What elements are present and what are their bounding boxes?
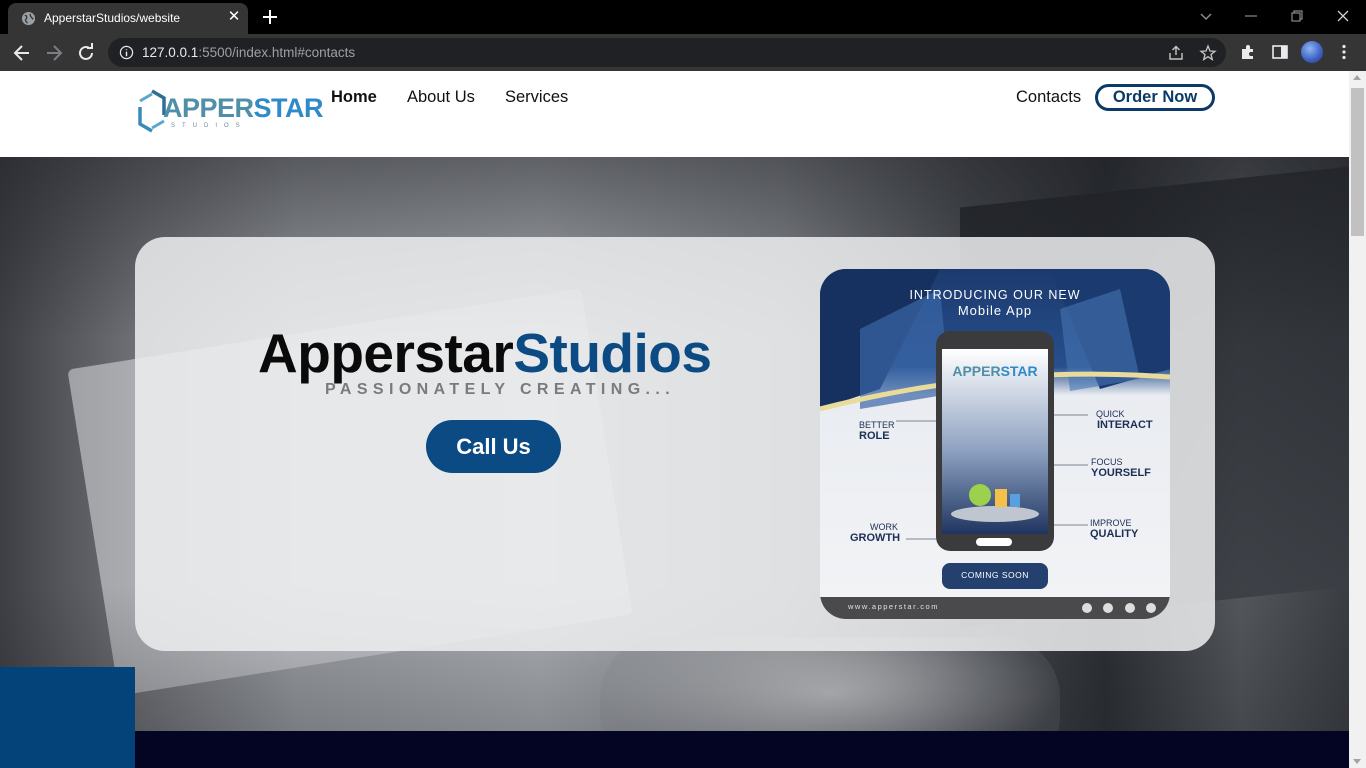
hero-tagline: PASSIONATELY CREATING... <box>325 381 676 398</box>
site-header: APPERSTAR STUDIOS Home About Us Services… <box>0 71 1349 157</box>
page-viewport: APPERSTAR STUDIOS Home About Us Services… <box>0 71 1349 768</box>
nav-services[interactable]: Services <box>505 88 568 107</box>
promo-heading: INTRODUCING OUR NEW <box>909 288 1081 302</box>
promo-graphic <box>820 269 1170 619</box>
promo-subheading: Mobile App <box>957 303 1033 318</box>
feature-better: BETTER <box>859 420 895 430</box>
promo-website: www.apperstar.com <box>848 602 939 611</box>
feature-focus: FOCUS <box>1091 457 1123 467</box>
site-info-icon[interactable] <box>119 45 134 60</box>
browser-toolbar: 127.0.0.1:5500/index.html#contacts <box>0 34 1366 71</box>
share-icon[interactable] <box>1167 44 1185 62</box>
feature-growth: GROWTH <box>850 532 901 544</box>
back-arrow-icon[interactable] <box>11 42 33 64</box>
profile-avatar[interactable] <box>1301 41 1323 63</box>
browser-tab-strip: ApperstarStudios/website ✕ <box>0 0 1366 34</box>
pinterest-icon <box>1103 603 1113 613</box>
menu-kebab-icon[interactable] <box>1335 43 1353 61</box>
url-text[interactable]: 127.0.0.1:5500/index.html#contacts <box>142 45 355 60</box>
feature-interact: INTERACT <box>1097 419 1153 431</box>
restore-icon[interactable] <box>1287 6 1307 26</box>
page-scrollbar[interactable] <box>1349 71 1366 768</box>
nav-contacts[interactable]: Contacts <box>1016 88 1081 107</box>
tab-search-icon[interactable] <box>1196 6 1216 26</box>
close-window-icon[interactable] <box>1333 6 1353 26</box>
social-icons <box>1082 603 1156 613</box>
scroll-up-arrow-icon[interactable] <box>1353 75 1361 80</box>
bookmark-star-icon[interactable] <box>1199 44 1217 62</box>
extensions-puzzle-icon[interactable] <box>1239 43 1257 61</box>
minimize-icon[interactable] <box>1241 6 1261 26</box>
feature-quality: QUALITY <box>1090 528 1139 540</box>
reload-icon[interactable] <box>75 42 97 64</box>
side-panel-icon[interactable] <box>1271 43 1289 61</box>
order-now-button[interactable]: Order Now <box>1095 84 1215 111</box>
whatsapp-icon <box>1125 603 1135 613</box>
feature-work: WORK <box>870 522 898 532</box>
new-tab-icon[interactable] <box>260 7 280 27</box>
hero-section: ApperstarStudios PASSIONATELY CREATING..… <box>0 157 1349 768</box>
feature-role: ROLE <box>859 430 890 442</box>
nav-home[interactable]: Home <box>331 88 377 107</box>
address-bar[interactable]: 127.0.0.1:5500/index.html#contacts <box>108 38 1226 67</box>
phone-screen-logo: APPERSTAR <box>952 363 1038 379</box>
globe-icon <box>21 11 36 26</box>
mobile-app-promo-image: INTRODUCING OUR NEW Mobile App APPERSTAR… <box>820 269 1170 619</box>
logo-subtitle: STUDIOS <box>171 123 247 129</box>
hero-card: ApperstarStudios PASSIONATELY CREATING..… <box>135 237 1215 651</box>
coming-soon-badge: COMING SOON <box>961 570 1029 580</box>
nav-about-us[interactable]: About Us <box>407 88 475 107</box>
twitter-icon <box>1082 603 1092 613</box>
feature-improve: IMPROVE <box>1090 518 1132 528</box>
scroll-down-arrow-icon[interactable] <box>1353 759 1361 764</box>
forward-arrow-icon[interactable] <box>43 42 65 64</box>
apperstar-logo[interactable]: APPERSTAR STUDIOS <box>137 87 324 135</box>
browser-tab[interactable]: ApperstarStudios/website ✕ <box>8 3 248 34</box>
tab-title: ApperstarStudios/website <box>44 11 181 25</box>
scrollbar-thumb[interactable] <box>1351 88 1364 236</box>
facebook-icon <box>1146 603 1156 613</box>
next-section-strip <box>135 731 1349 768</box>
decorative-blue-block <box>0 667 135 768</box>
call-us-button[interactable]: Call Us <box>426 420 561 473</box>
feature-quick: QUICK <box>1096 409 1125 419</box>
logo-wordmark: APPERSTAR <box>163 93 324 123</box>
feature-yourself: YOURSELF <box>1091 467 1151 479</box>
close-tab-icon[interactable]: ✕ <box>226 9 242 25</box>
hero-title: ApperstarStudios <box>258 322 712 384</box>
